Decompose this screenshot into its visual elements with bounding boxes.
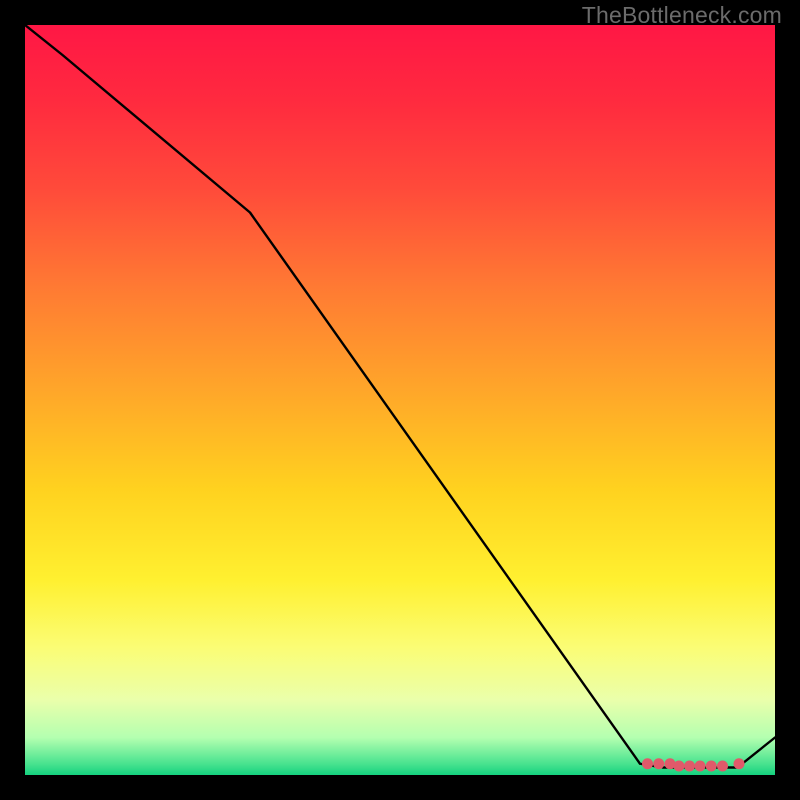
plot-area — [25, 25, 775, 775]
marker-dot — [717, 761, 728, 772]
marker-dot — [734, 758, 745, 769]
marker-dot — [695, 761, 706, 772]
marker-dot — [674, 761, 685, 772]
marker-dot — [706, 761, 717, 772]
chart-svg — [25, 25, 775, 775]
chart-frame: TheBottleneck.com — [0, 0, 800, 800]
marker-dot — [642, 758, 653, 769]
gradient-background — [25, 25, 775, 775]
marker-dot — [653, 758, 664, 769]
marker-dot — [684, 761, 695, 772]
